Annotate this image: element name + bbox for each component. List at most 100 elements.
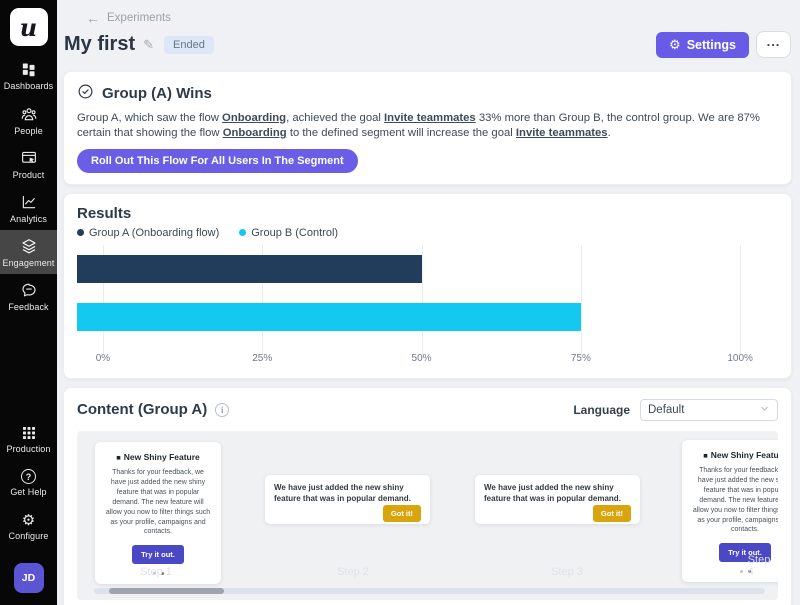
app-root: u Dashboards People Product: [0, 0, 800, 605]
sidebar-item-dashboards[interactable]: Dashboards: [0, 54, 57, 98]
winner-card-title-row: Group (A) Wins: [77, 83, 778, 104]
sidebar-item-product[interactable]: Product: [0, 142, 57, 186]
horizontal-scrollbar-track[interactable]: [94, 588, 765, 594]
x-tick-label: 0%: [96, 353, 110, 364]
language-control: Language Default: [573, 399, 778, 421]
gridline: [740, 245, 741, 355]
language-select-value: Default: [648, 404, 684, 416]
winner-text-part: Group A, which saw the flow: [77, 112, 222, 124]
content-card: Content (Group A) i Language Default: [63, 387, 792, 605]
legend-label: Group A (Onboarding flow): [89, 227, 219, 239]
sidebar: u Dashboards People Product: [0, 0, 57, 605]
edit-title-icon[interactable]: ✎: [143, 37, 154, 53]
step-3-preview-tooltip: We have just added the new shiny feature…: [475, 475, 640, 524]
preview-modal-title: ■New Shiny Feature: [691, 450, 778, 460]
legend-dot-group-a: [77, 229, 84, 236]
roll-out-button[interactable]: Roll Out This Flow For All Users In The …: [77, 149, 358, 173]
step-label: Step 4: [748, 554, 771, 578]
sidebar-item-label: Get Help: [10, 487, 46, 497]
preview-modal-body: Thanks for your feedback, we have just a…: [691, 466, 778, 536]
step-label: Step 3: [551, 566, 583, 578]
gridline: [581, 245, 582, 355]
product-icon: [20, 149, 38, 167]
horizontal-scrollbar-thumb[interactable]: [109, 588, 224, 594]
content-title: Content (Group A): [77, 401, 207, 418]
sidebar-item-configure[interactable]: ⚙ Configure: [0, 505, 57, 549]
sidebar-item-label: Feedback: [8, 302, 48, 312]
chart-legend: Group A (Onboarding flow) Group B (Contr…: [77, 227, 778, 239]
content-card-header: Content (Group A) i Language Default: [77, 399, 778, 421]
chevron-down-icon: [759, 401, 770, 419]
winner-card-title: Group (A) Wins: [102, 85, 212, 102]
got-it-button[interactable]: Got it!: [383, 505, 421, 522]
sidebar-item-get-help[interactable]: ? Get Help: [0, 461, 57, 505]
analytics-icon: [20, 193, 38, 211]
sidebar-item-feedback[interactable]: Feedback: [0, 274, 57, 318]
language-select[interactable]: Default: [640, 399, 778, 421]
app-logo[interactable]: u: [10, 8, 48, 46]
results-card: Results Group A (Onboarding flow) Group …: [63, 193, 792, 379]
engagement-icon: [20, 237, 38, 255]
breadcrumb-label: Experiments: [107, 12, 171, 24]
legend-dot-group-b: [239, 229, 246, 236]
legend-item-group-b: Group B (Control): [239, 227, 338, 239]
sidebar-item-label: People: [14, 126, 43, 136]
breadcrumb[interactable]: ← Experiments: [86, 12, 792, 24]
sidebar-item-production[interactable]: Production: [0, 417, 57, 461]
back-arrow-icon: ←: [86, 12, 100, 24]
preview-tooltip-body: We have just added the new shiny feature…: [274, 483, 421, 505]
flow-name-link: Onboarding: [222, 112, 286, 124]
feedback-icon: [20, 281, 38, 299]
carousel-dot[interactable]: [740, 570, 743, 573]
gear-icon: ⚙: [669, 38, 681, 51]
sidebar-item-people[interactable]: People: [0, 98, 57, 142]
info-icon[interactable]: i: [215, 403, 229, 417]
preview-modal-title: ■New Shiny Feature: [104, 452, 212, 462]
page-title: My first: [64, 33, 135, 56]
sidebar-nav: Dashboards People Product Analytics: [0, 54, 57, 318]
sidebar-item-engagement[interactable]: Engagement: [0, 230, 57, 274]
production-icon: [21, 425, 37, 441]
step-1-preview-modal: ■New Shiny Feature Thanks for your feedb…: [95, 442, 221, 585]
main-area: ← Experiments My first ✎ Ended ⚙ Setting…: [57, 0, 800, 605]
sidebar-item-label: Dashboards: [4, 81, 54, 91]
people-icon: [20, 105, 38, 123]
sidebar-item-label: Engagement: [2, 258, 54, 268]
emoji-placeholder-icon: ■: [116, 453, 121, 462]
gridline: [422, 245, 423, 355]
header-actions: ⚙ Settings ...: [656, 31, 791, 58]
got-it-button[interactable]: Got it!: [593, 505, 631, 522]
page-header: My first ✎ Ended ⚙ Settings ...: [63, 31, 792, 58]
winner-text-part: to the defined segment will increase the…: [287, 127, 516, 139]
settings-button[interactable]: ⚙ Settings: [656, 32, 749, 58]
winner-text-part: , achieved the goal: [286, 112, 384, 124]
user-avatar[interactable]: JD: [14, 563, 44, 593]
sidebar-item-analytics[interactable]: Analytics: [0, 186, 57, 230]
preview-modal-body: Thanks for your feedback, we have just a…: [104, 468, 212, 538]
step-label: Step 1: [140, 566, 172, 578]
preview-modal-title-text: New Shiny Feature: [711, 450, 778, 460]
goal-name-link: Invite teammates: [384, 112, 476, 124]
bar-group-a: [77, 255, 422, 283]
check-circle-icon: [77, 83, 94, 104]
preview-modal-title-text: New Shiny Feature: [124, 452, 200, 462]
preview-tooltip-body: We have just added the new shiny feature…: [484, 483, 631, 505]
flow-name-link: Onboarding: [223, 127, 287, 139]
step-label: Step 2: [337, 566, 369, 578]
x-tick-label: 100%: [727, 353, 753, 364]
winner-description: Group A, which saw the flow Onboarding, …: [77, 111, 778, 141]
legend-item-group-a: Group A (Onboarding flow): [77, 227, 219, 239]
x-tick-label: 75%: [571, 353, 591, 364]
more-options-button[interactable]: ...: [756, 31, 791, 58]
try-it-out-button[interactable]: Try it out.: [132, 545, 184, 564]
sidebar-footer: Production ? Get Help ⚙ Configure JD: [0, 417, 57, 605]
sidebar-item-label: Configure: [9, 531, 49, 541]
goal-name-link: Invite teammates: [516, 127, 608, 139]
results-chart-plot: [77, 249, 778, 337]
x-tick-label: 25%: [252, 353, 272, 364]
bar-group-b: [77, 303, 581, 331]
sidebar-item-label: Product: [13, 170, 45, 180]
emoji-placeholder-icon: ■: [703, 451, 708, 460]
gear-icon: ⚙: [22, 513, 35, 528]
sidebar-item-label: Analytics: [10, 214, 47, 224]
